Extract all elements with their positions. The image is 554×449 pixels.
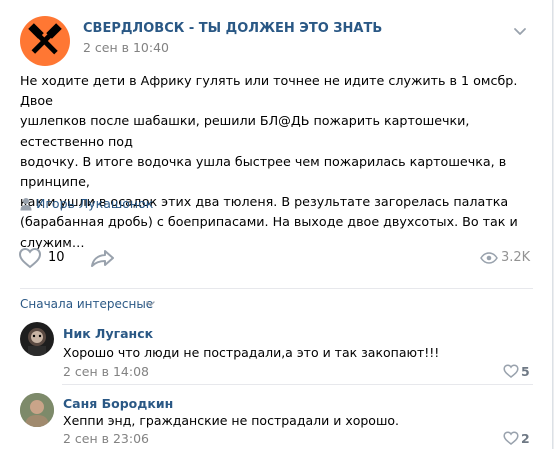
comment-likes-count: 2 [521,431,530,446]
wall-post-card: СВЕРДЛОВСК - ТЫ ДОЛЖЕН ЭТО ЗНАТЬ 2 сен в… [0,0,553,449]
avatar-image-icon [20,393,54,427]
post-actions: 10 3.2K [0,240,553,274]
comment-text: Хорошо что люди не пострадали,а это и та… [63,345,440,360]
comments-sort-toggle[interactable]: Сначала интересные [20,297,153,311]
likes-count: 10 [48,250,65,265]
post-text: Не ходите дети в Африку гулять или точне… [20,73,518,250]
chevron-down-icon[interactable] [146,301,155,307]
heart-icon[interactable] [503,364,519,378]
avatar[interactable] [20,393,54,427]
avatar-image-icon [28,328,46,356]
divider [20,288,533,289]
avatar[interactable] [20,322,54,356]
views-count: 3.2K [501,250,531,265]
divider [62,384,533,385]
heart-icon[interactable] [503,431,519,445]
comment-text: Хеппи энд, гражданские не пострадали и х… [63,413,400,428]
group-avatar[interactable] [20,16,70,66]
comment-date[interactable]: 2 сен в 23:06 [63,431,149,446]
comment-date[interactable]: 2 сен в 14:08 [63,364,149,379]
signer-name[interactable]: Игорь Лукашонок [36,196,153,211]
heart-icon[interactable] [18,247,42,269]
group-name-link[interactable]: СВЕРДЛОВСК - ТЫ ДОЛЖЕН ЭТО ЗНАТЬ [83,21,382,36]
eye-icon [480,252,498,264]
share-arrow-icon[interactable] [90,248,116,268]
crossed-hammers-icon [28,23,62,55]
comment-author[interactable]: Саня Бородкин [63,396,173,411]
user-icon [20,198,32,211]
comment-author[interactable]: Ник Луганск [63,326,153,341]
comment-likes-count: 5 [521,364,530,379]
chevron-down-icon[interactable] [513,27,527,37]
post-date[interactable]: 2 сен в 10:40 [83,40,169,55]
